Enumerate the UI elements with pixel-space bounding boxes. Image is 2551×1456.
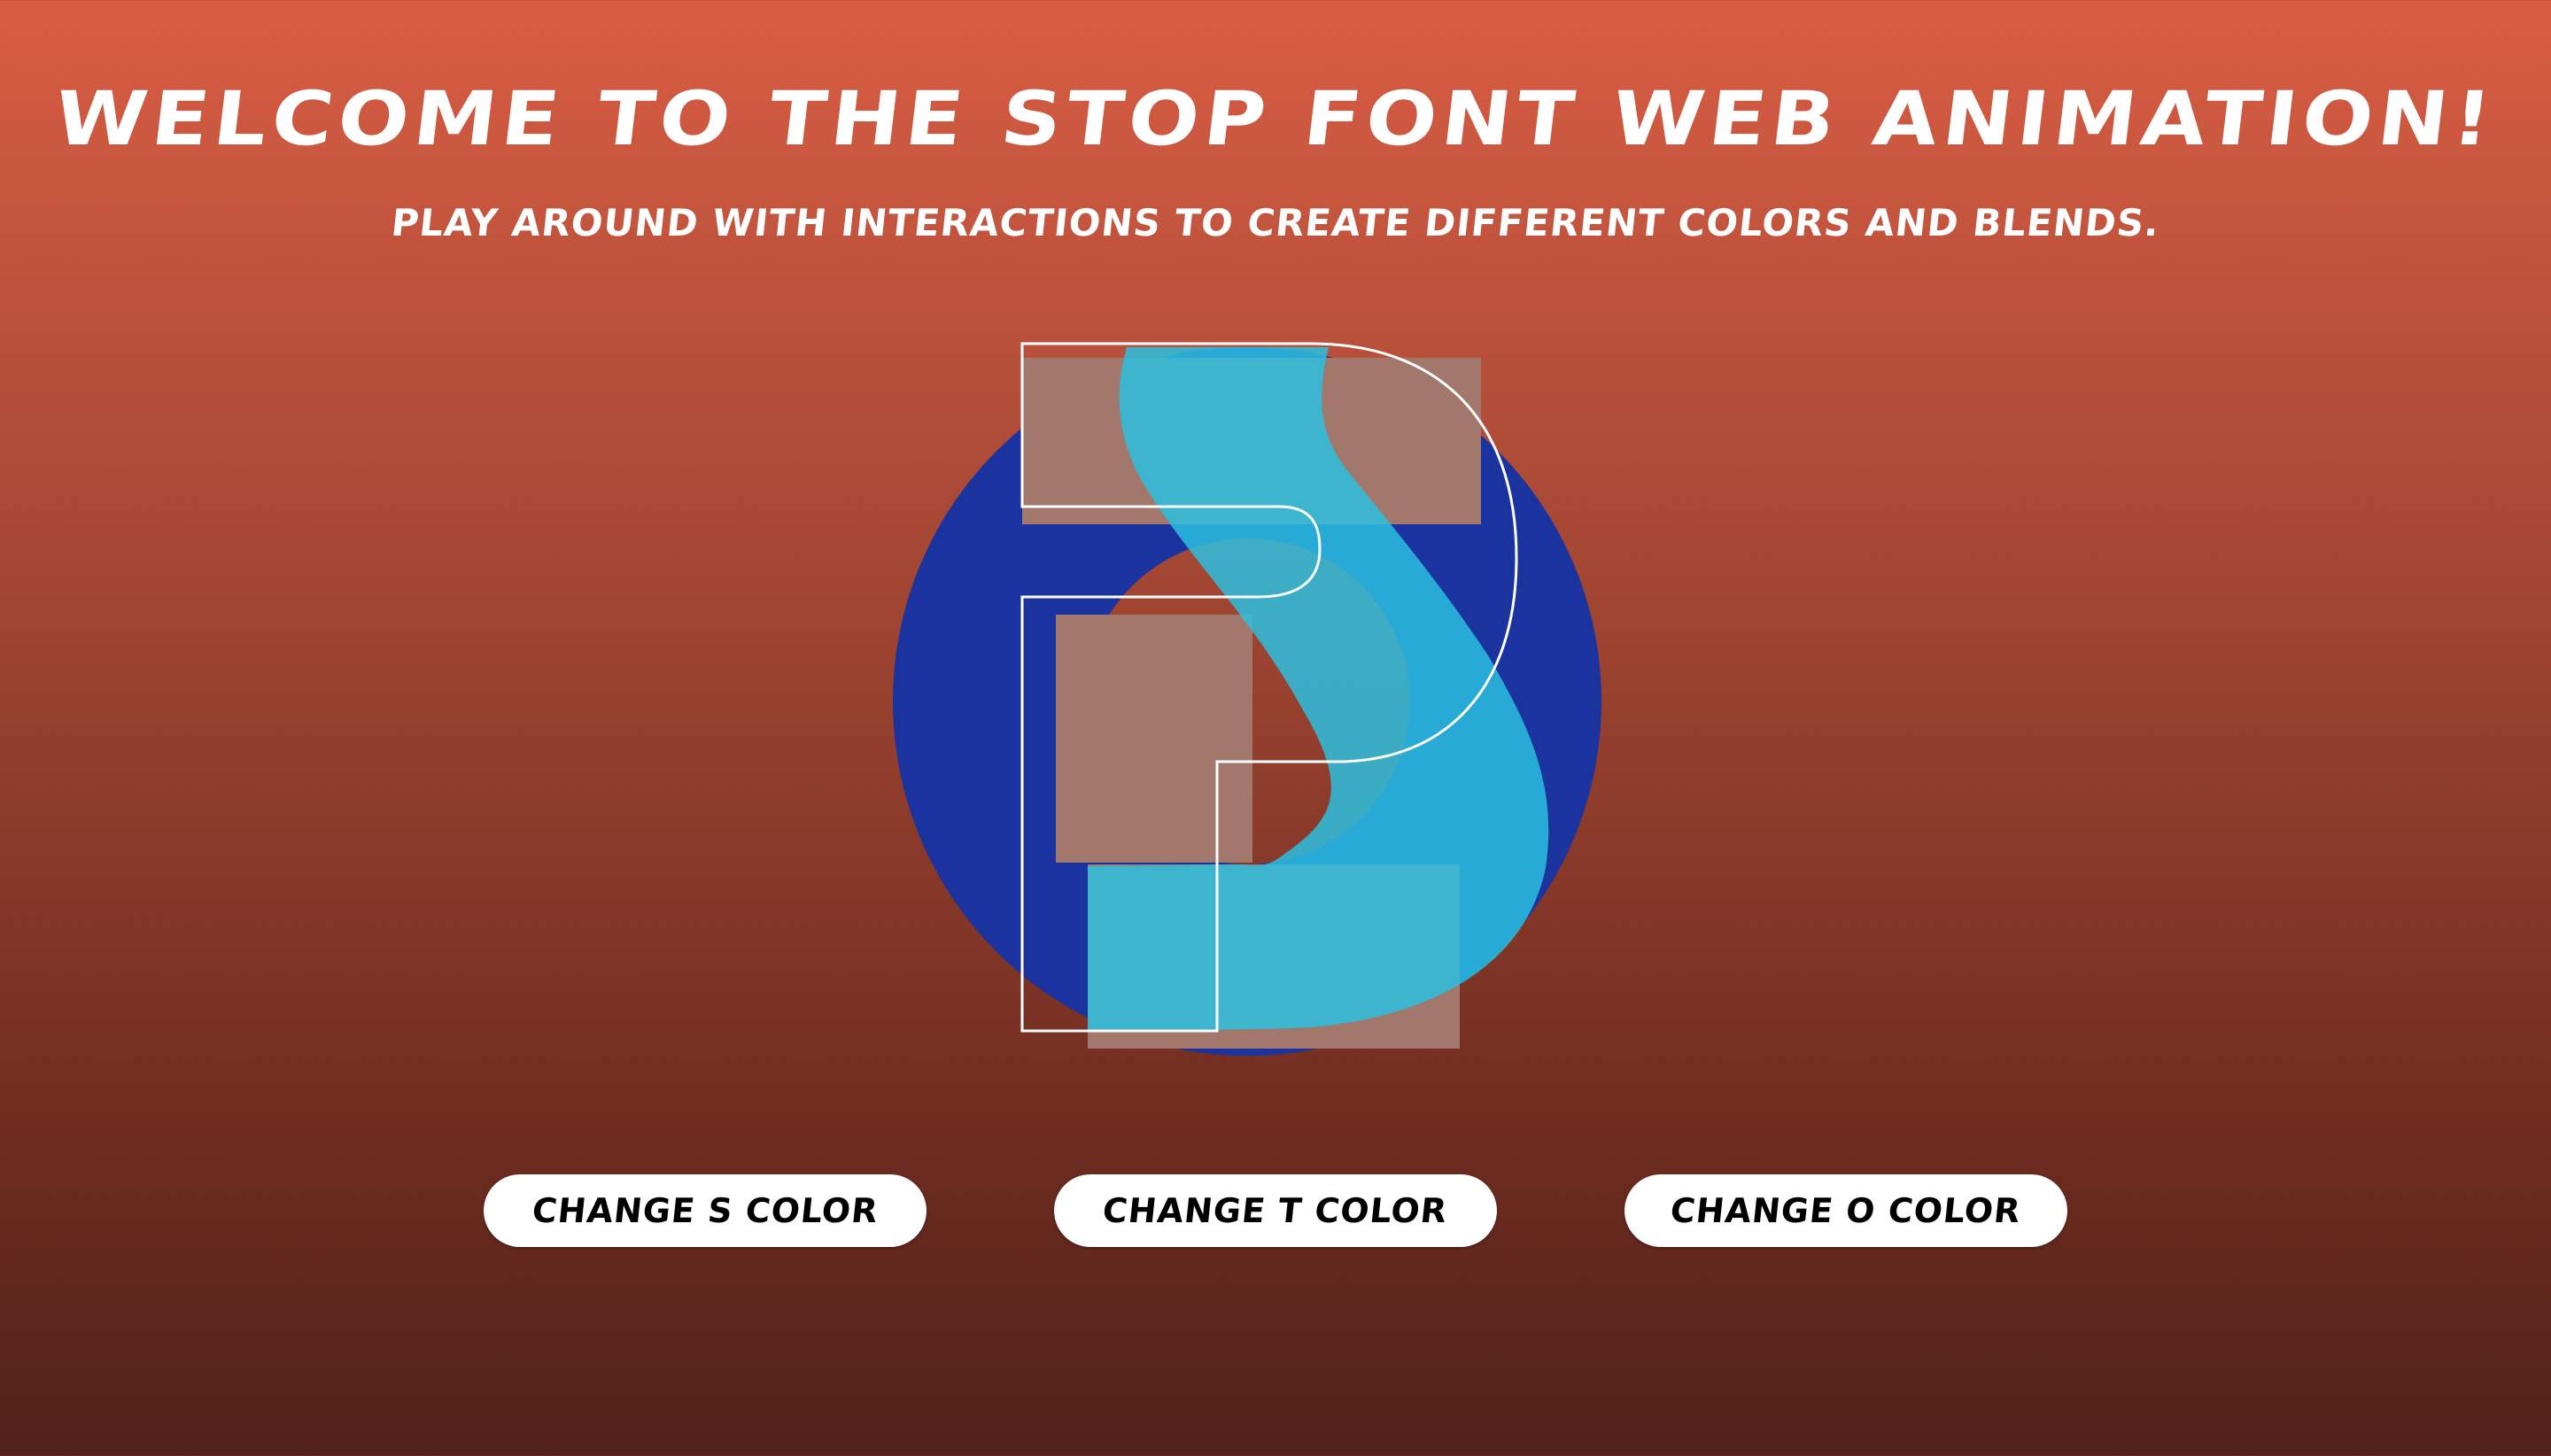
page-subtitle: Play around with interactions to create … xyxy=(389,201,2162,244)
change-o-color-label: Change O color xyxy=(1668,1191,2024,1230)
change-s-color-label: Change S color xyxy=(530,1191,880,1230)
page: Welcome to the Stop Font Web Animation! … xyxy=(0,0,2551,1456)
stop-letters-artwork xyxy=(868,328,1648,1072)
change-o-color-button[interactable]: Change O color xyxy=(1624,1174,2067,1247)
page-title: Welcome to the Stop Font Web Animation! xyxy=(50,75,2501,162)
letters-canvas xyxy=(893,342,1601,1056)
change-t-color-button[interactable]: Change T color xyxy=(1054,1174,1497,1247)
change-s-color-button[interactable]: Change S color xyxy=(484,1174,927,1247)
change-t-color-label: Change T color xyxy=(1101,1191,1450,1230)
button-row: Change S color Change T color Change O c… xyxy=(0,1174,2551,1249)
